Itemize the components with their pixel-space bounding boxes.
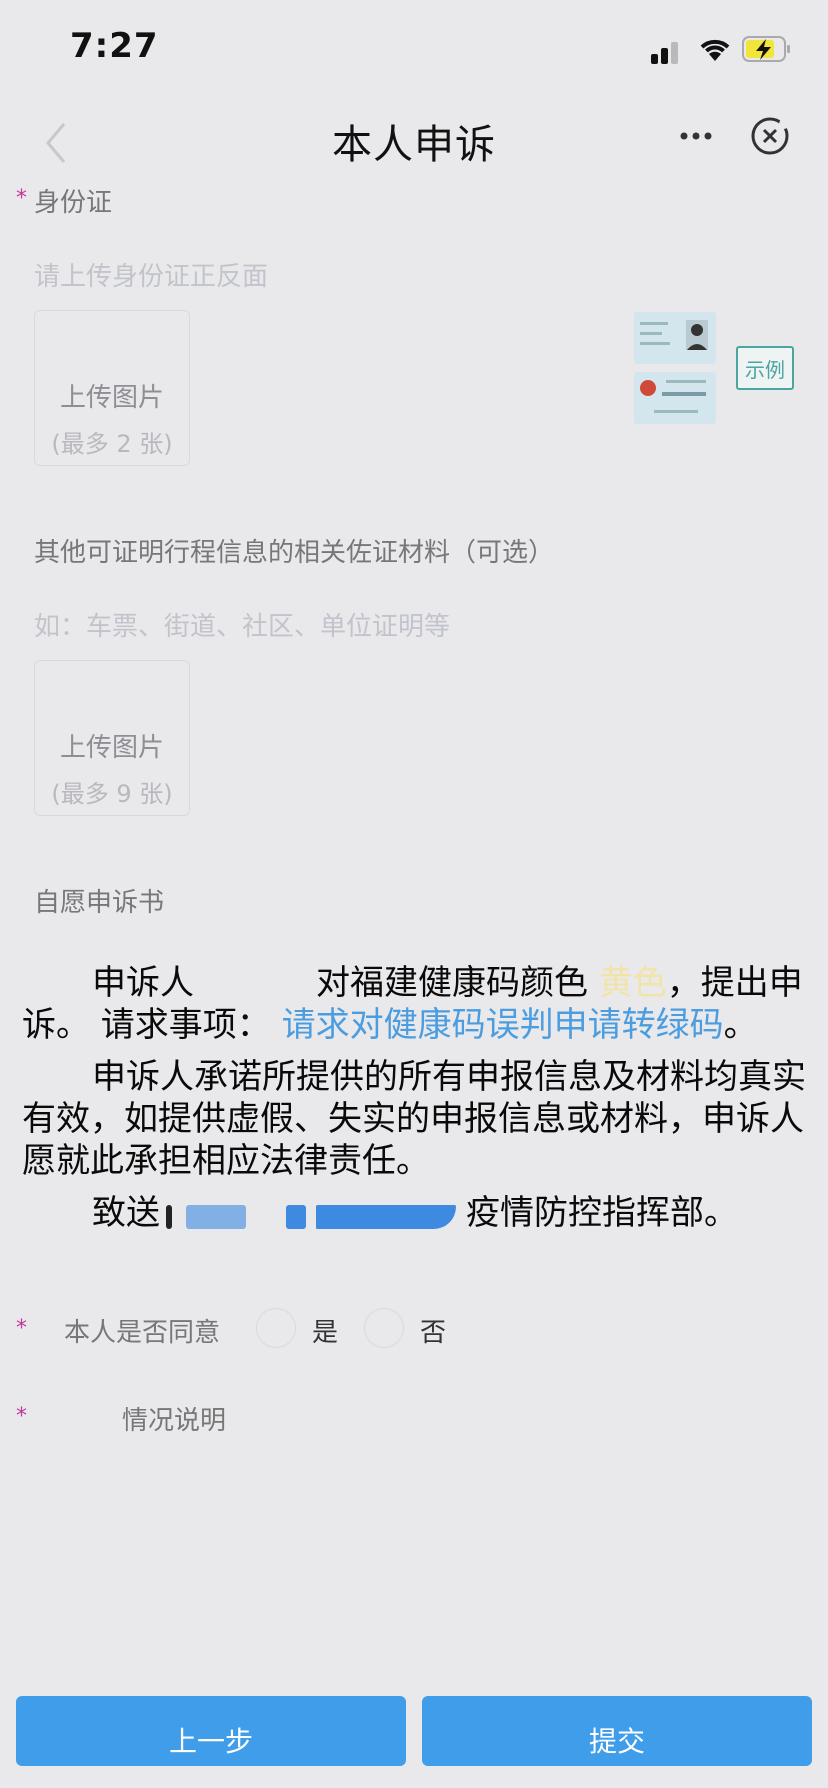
health-code-color: 黄色 (598, 963, 667, 1003)
evidence-hint: 如：车票、街道、社区、单位证明等 (34, 612, 451, 642)
previous-step-button[interactable]: 上一步 (16, 1696, 406, 1766)
consent-yes-radio[interactable] (256, 1308, 296, 1348)
id-card-label: 身份证 (34, 188, 113, 218)
status-time: 7:27 (70, 26, 159, 66)
explanation-textarea[interactable] (200, 1380, 800, 1640)
required-asterisk: * (16, 186, 27, 211)
cellular-signal-icon (651, 38, 678, 64)
letter-heading: 自愿申诉书 (34, 888, 165, 918)
consent-yes-label[interactable]: 是 (312, 1312, 338, 1349)
required-asterisk: * (16, 1316, 27, 1341)
close-mini-program-icon[interactable] (748, 114, 792, 158)
appeal-letter: 申诉人 对福建健康码颜色 黄色，提出申诉。 请求事项： 请求对健康码误判申请转绿码… (22, 962, 812, 1244)
wifi-icon (700, 39, 730, 61)
letter-paragraph-3: 致送 疫情防控指挥部。 (92, 1193, 738, 1233)
consent-label: 本人是否同意 (64, 1318, 221, 1348)
evidence-upload-box[interactable]: 上传图片 (最多 9 张) (34, 660, 190, 816)
id-card-hint: 请上传身份证正反面 (34, 262, 269, 292)
upload-label: 上传图片 (59, 733, 164, 763)
upload-limit: (最多 2 张) (51, 430, 173, 458)
recipient-redacted (160, 1201, 466, 1229)
letter-paragraph-1: 申诉人 对福建健康码颜色 黄色，提出申诉。 请求事项： 请求对健康码误判申请转绿码… (22, 963, 803, 1045)
id-card-example-image (634, 312, 716, 424)
id-card-upload-box[interactable]: 上传图片 (最多 2 张) (34, 310, 190, 466)
upload-label: 上传图片 (59, 383, 164, 413)
more-options-icon[interactable] (676, 118, 716, 154)
battery-charging-icon (742, 36, 790, 62)
evidence-label: 其他可证明行程信息的相关佐证材料（可选） (34, 538, 555, 568)
required-asterisk: * (16, 1404, 27, 1429)
consent-no-label[interactable]: 否 (420, 1312, 446, 1349)
consent-no-radio[interactable] (364, 1308, 404, 1348)
letter-paragraph-2: 申诉人承诺所提供的所有申报信息及材料均真实有效，如提供虚假、失实的申报信息或材料… (22, 1057, 806, 1181)
example-button[interactable]: 示例 (736, 346, 794, 390)
upload-limit: (最多 9 张) (51, 780, 173, 808)
request-item: 请求对健康码误判申请转绿码 (281, 1005, 724, 1045)
submit-button[interactable]: 提交 (422, 1696, 812, 1766)
